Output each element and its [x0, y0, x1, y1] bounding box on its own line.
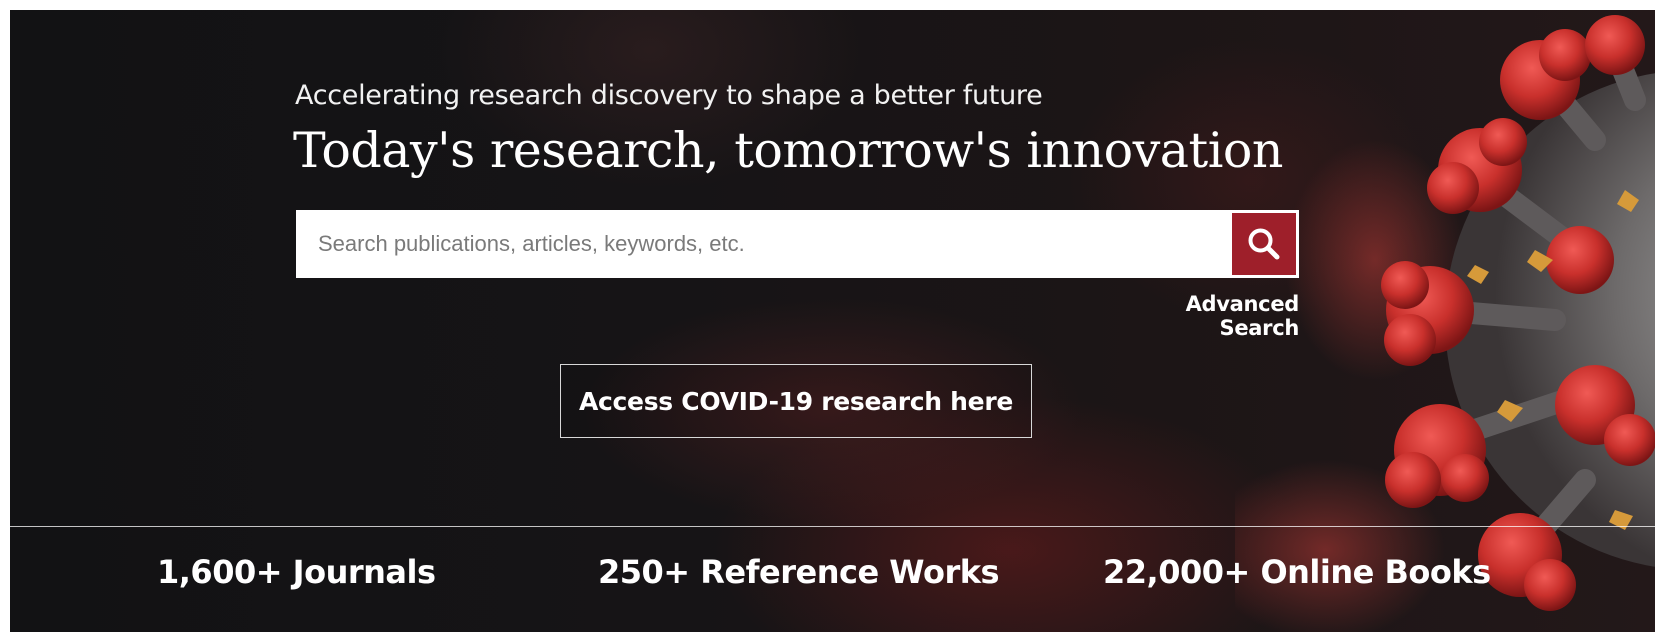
advanced-search-link[interactable]: Advanced Search	[1105, 292, 1300, 340]
hero-banner: Accelerating research discovery to shape…	[10, 10, 1655, 632]
stat-journals: 1,600+ Journals	[157, 553, 436, 591]
hero-tagline: Accelerating research discovery to shape…	[295, 80, 1043, 111]
search-icon	[1248, 228, 1280, 260]
stat-reference-works: 250+ Reference Works	[598, 553, 1000, 591]
covid-research-button[interactable]: Access COVID-19 research here	[560, 364, 1032, 438]
search-input[interactable]	[296, 210, 1232, 278]
search-button[interactable]	[1232, 213, 1296, 275]
stats-divider	[10, 526, 1655, 527]
stat-online-books: 22,000+ Online Books	[1103, 553, 1491, 591]
search-bar	[296, 210, 1299, 278]
hero-headline: Today's research, tomorrow's innovation	[293, 122, 1283, 179]
